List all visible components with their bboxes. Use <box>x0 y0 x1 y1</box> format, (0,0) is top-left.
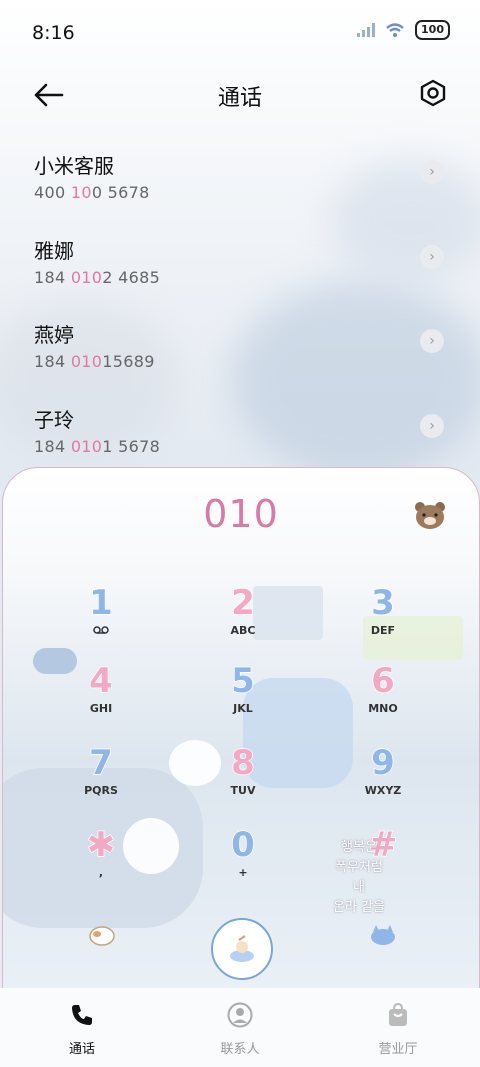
key-3[interactable]: 3 DEF <box>343 583 423 656</box>
bear-icon[interactable] <box>413 500 447 530</box>
contact-name: 燕婷 <box>34 323 74 347</box>
phone-icon <box>72 1005 92 1025</box>
battery-icon: 100 <box>415 20 450 40</box>
shopping-bag-icon <box>389 1002 407 1026</box>
dialpad-panel: 010 1 2 ABC 3 DEF 4 GHI 5 JKL 6 MNO 7 PQ… <box>2 467 480 999</box>
contact-number: 184 01015689 <box>34 352 155 371</box>
hamster-icon[interactable] <box>89 924 115 946</box>
key-0[interactable]: 0 + <box>203 825 283 898</box>
key-star[interactable]: ✱ , <box>61 825 141 898</box>
chevron-right-icon[interactable]: › <box>420 329 444 353</box>
contact-item[interactable]: 雅娜 184 0102 4685 › <box>34 235 444 295</box>
contact-item[interactable]: 小米客服 400 100 5678 › <box>34 150 444 210</box>
angel-call-icon <box>230 935 254 962</box>
bottom-tab-bar: 通话 联系人 营业厅 <box>0 988 480 1067</box>
call-button[interactable] <box>211 918 273 980</box>
key-9[interactable]: 9 WXYZ <box>343 743 423 816</box>
key-1[interactable]: 1 <box>61 583 141 656</box>
key-7[interactable]: 7 PQRS <box>61 743 141 816</box>
status-time: 8:16 <box>32 22 75 44</box>
person-icon <box>227 1002 253 1028</box>
tab-service-hall[interactable]: 营业厅 <box>358 1002 438 1057</box>
key-6[interactable]: 6 MNO <box>343 661 423 734</box>
contact-name: 小米客服 <box>34 154 114 178</box>
wifi-icon <box>386 23 404 37</box>
contact-name: 雅娜 <box>34 239 74 263</box>
status-icons: 100 <box>357 20 450 40</box>
voicemail-icon <box>61 624 141 637</box>
signal-icon <box>357 23 376 37</box>
contact-item[interactable]: 子玲 184 0101 5678 › <box>34 404 444 464</box>
decorative-korean-text: 행복은 폭우처럼 내 온라 같을 <box>333 840 385 915</box>
dial-input[interactable]: 010 <box>3 492 479 536</box>
key-8[interactable]: 8 TUV <box>203 743 283 816</box>
tab-contacts[interactable]: 联系人 <box>200 1002 280 1057</box>
contact-item[interactable]: 燕婷 184 01015689 › <box>34 319 444 379</box>
cat-icon[interactable] <box>369 924 397 946</box>
contact-number: 184 0101 5678 <box>34 437 161 456</box>
key-2[interactable]: 2 ABC <box>203 583 283 656</box>
key-5[interactable]: 5 JKL <box>203 661 283 734</box>
chevron-right-icon[interactable]: › <box>420 245 444 269</box>
app-header: 通话 <box>0 70 480 120</box>
status-bar: 8:16 100 <box>0 0 480 66</box>
page-title: 通话 <box>217 86 262 111</box>
chevron-right-icon[interactable]: › <box>420 414 444 438</box>
contact-number: 184 0102 4685 <box>34 268 161 287</box>
contact-number: 400 100 5678 <box>34 183 150 202</box>
contact-name: 子玲 <box>34 408 74 432</box>
tab-calls[interactable]: 通话 <box>42 1002 122 1057</box>
gear-icon[interactable] <box>418 78 448 108</box>
key-4[interactable]: 4 GHI <box>61 661 141 734</box>
chevron-right-icon[interactable]: › <box>420 160 444 184</box>
